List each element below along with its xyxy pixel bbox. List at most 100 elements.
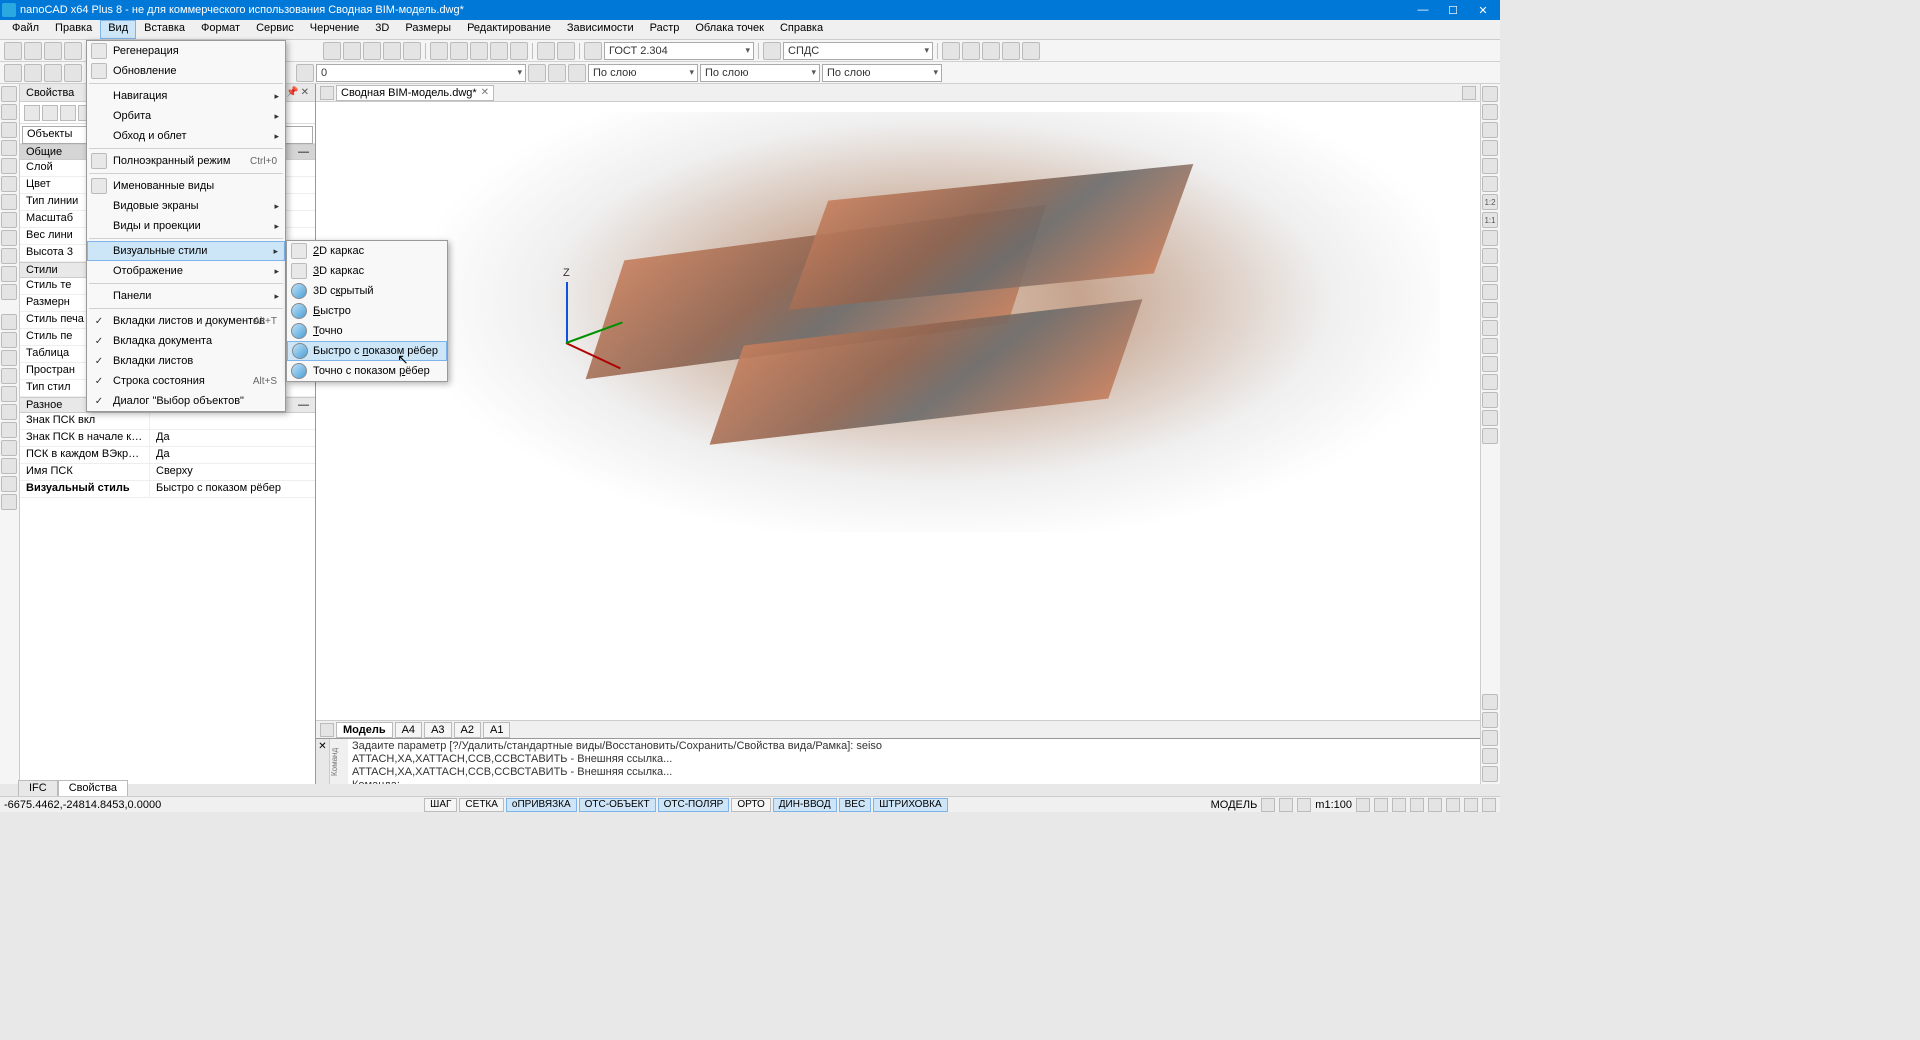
- submenu-item[interactable]: 3D каркас: [287, 261, 447, 281]
- status-icon11[interactable]: [1482, 798, 1496, 812]
- tb-misc3-icon[interactable]: [982, 42, 1000, 60]
- menu-item[interactable]: Обход и облет▸: [87, 126, 285, 146]
- menu-зависимости[interactable]: Зависимости: [559, 20, 642, 39]
- tb-misc1-icon[interactable]: [942, 42, 960, 60]
- menu-файл[interactable]: Файл: [4, 20, 47, 39]
- rt-refresh-icon[interactable]: [1482, 176, 1498, 192]
- status-toggle-оПРИВЯЗКА[interactable]: оПРИВЯЗКА: [506, 798, 577, 812]
- lt-dim-icon[interactable]: [1, 284, 17, 300]
- lt-extend-icon[interactable]: [1, 440, 17, 456]
- tb-misc2-icon[interactable]: [962, 42, 980, 60]
- tb-zoom2-icon[interactable]: [343, 42, 361, 60]
- tb-font-icon[interactable]: [584, 42, 602, 60]
- menu-item[interactable]: Отображение▸: [87, 261, 285, 281]
- menu-черчение[interactable]: Черчение: [302, 20, 368, 39]
- rt-back-icon[interactable]: [1482, 374, 1498, 390]
- rt-shade-icon[interactable]: [1482, 428, 1498, 444]
- sheet-tab-Модель[interactable]: Модель: [336, 722, 393, 738]
- prop-row[interactable]: Знак ПСК в начале координатДа: [20, 430, 315, 447]
- tb-move-icon[interactable]: [64, 64, 82, 82]
- prop-row[interactable]: Имя ПСКСверху: [20, 464, 315, 481]
- ph-btn3[interactable]: [60, 105, 76, 121]
- lt-copy2-icon[interactable]: [1, 332, 17, 348]
- menu-формат[interactable]: Формат: [193, 20, 248, 39]
- status-toggle-ОРТО[interactable]: ОРТО: [731, 798, 770, 812]
- lt-arc-icon[interactable]: [1, 140, 17, 156]
- lt-point-icon[interactable]: [1, 230, 17, 246]
- menu-item[interactable]: Панели▸: [87, 286, 285, 306]
- status-icon5[interactable]: [1374, 798, 1388, 812]
- menu-item[interactable]: Вкладки листов и документовAlt+T: [87, 311, 285, 331]
- rt-view2-icon[interactable]: [1482, 730, 1498, 746]
- rt-front-icon[interactable]: [1482, 320, 1498, 336]
- spds-dropdown[interactable]: СПДС: [783, 42, 933, 60]
- status-icon1[interactable]: [1261, 798, 1275, 812]
- menu-item[interactable]: Вкладки листов: [87, 351, 285, 371]
- menu-редактирование[interactable]: Редактирование: [459, 20, 559, 39]
- rt-right-icon[interactable]: [1482, 356, 1498, 372]
- rt-pan-icon[interactable]: [1482, 122, 1498, 138]
- rt-bottom-icon[interactable]: [1482, 392, 1498, 408]
- status-toggle-ШТРИХОВКА[interactable]: ШТРИХОВКА: [873, 798, 947, 812]
- rt-zoom-icon[interactable]: [1482, 140, 1498, 156]
- rt-iso2-icon[interactable]: [1482, 248, 1498, 264]
- cmd-close-icon[interactable]: ✕: [316, 739, 330, 784]
- status-icon10[interactable]: [1464, 798, 1478, 812]
- tb-lt3-icon[interactable]: [568, 64, 586, 82]
- ph-btn2[interactable]: [42, 105, 58, 121]
- rt-view3-icon[interactable]: [1482, 748, 1498, 764]
- status-toggle-СЕТКА[interactable]: СЕТКА: [459, 798, 504, 812]
- tb-text-icon[interactable]: [510, 42, 528, 60]
- sheet-tabs-menu-icon[interactable]: [320, 723, 334, 737]
- props-pin-icon[interactable]: 📌: [286, 87, 298, 98]
- tb-lt1-icon[interactable]: [528, 64, 546, 82]
- prop-value[interactable]: Да: [150, 447, 315, 463]
- ph-btn1[interactable]: [24, 105, 40, 121]
- tb-zoom3-icon[interactable]: [363, 42, 381, 60]
- status-icon2[interactable]: [1279, 798, 1293, 812]
- prop-value[interactable]: Да: [150, 430, 315, 446]
- sheet-tab-А4[interactable]: А4: [395, 722, 422, 738]
- lt-trim-icon[interactable]: [1, 422, 17, 438]
- tb-lt2-icon[interactable]: [548, 64, 566, 82]
- menu-item[interactable]: Полноэкранный режимCtrl+0: [87, 151, 285, 171]
- rt-cube-icon[interactable]: [1482, 158, 1498, 174]
- lt-rect-icon[interactable]: [1, 122, 17, 138]
- tb-line-icon[interactable]: [4, 64, 22, 82]
- rt-scale12-icon[interactable]: 1:2: [1482, 194, 1498, 210]
- prop-value[interactable]: Сверху: [150, 464, 315, 480]
- submenu-item[interactable]: Точно: [287, 321, 447, 341]
- lt-move-icon[interactable]: [1, 314, 17, 330]
- sheet-tab-А1[interactable]: А1: [483, 722, 510, 738]
- menu-item[interactable]: Обновление: [87, 61, 285, 81]
- tb-block-icon[interactable]: [537, 42, 555, 60]
- layer-dropdown[interactable]: 0: [316, 64, 526, 82]
- props-close-icon[interactable]: ✕: [301, 87, 309, 98]
- menu-item[interactable]: Орбита▸: [87, 106, 285, 126]
- lt-hatch-icon[interactable]: [1, 212, 17, 228]
- sheet-tab-А3[interactable]: А3: [424, 722, 451, 738]
- tb-leader-icon[interactable]: [490, 42, 508, 60]
- rt-view1-icon[interactable]: [1482, 712, 1498, 728]
- menu-3d[interactable]: 3D: [367, 20, 397, 39]
- lt-circle-icon[interactable]: [1, 158, 17, 174]
- lt-text-icon[interactable]: [1, 266, 17, 282]
- lt-fillet-icon[interactable]: [1, 458, 17, 474]
- tb-new-icon[interactable]: [4, 42, 22, 60]
- rt-wire-icon[interactable]: [1482, 410, 1498, 426]
- rt-view4-icon[interactable]: [1482, 766, 1498, 782]
- lt-stretch-icon[interactable]: [1, 404, 17, 420]
- tb-misc4-icon[interactable]: [1002, 42, 1020, 60]
- lt-rotate-icon[interactable]: [1, 350, 17, 366]
- rt-home-icon[interactable]: [1482, 86, 1498, 102]
- rt-iso3-icon[interactable]: [1482, 266, 1498, 282]
- lt-mirror-icon[interactable]: [1, 386, 17, 402]
- rt-scale11-icon[interactable]: 1:1: [1482, 212, 1498, 228]
- tb-measure-icon[interactable]: [450, 42, 468, 60]
- tb-orbit-icon[interactable]: [403, 42, 421, 60]
- tb-open-icon[interactable]: [24, 42, 42, 60]
- status-icon3[interactable]: [1297, 798, 1311, 812]
- linetype-dropdown[interactable]: По слою: [588, 64, 698, 82]
- tb-print-icon[interactable]: [64, 42, 82, 60]
- status-icon6[interactable]: [1392, 798, 1406, 812]
